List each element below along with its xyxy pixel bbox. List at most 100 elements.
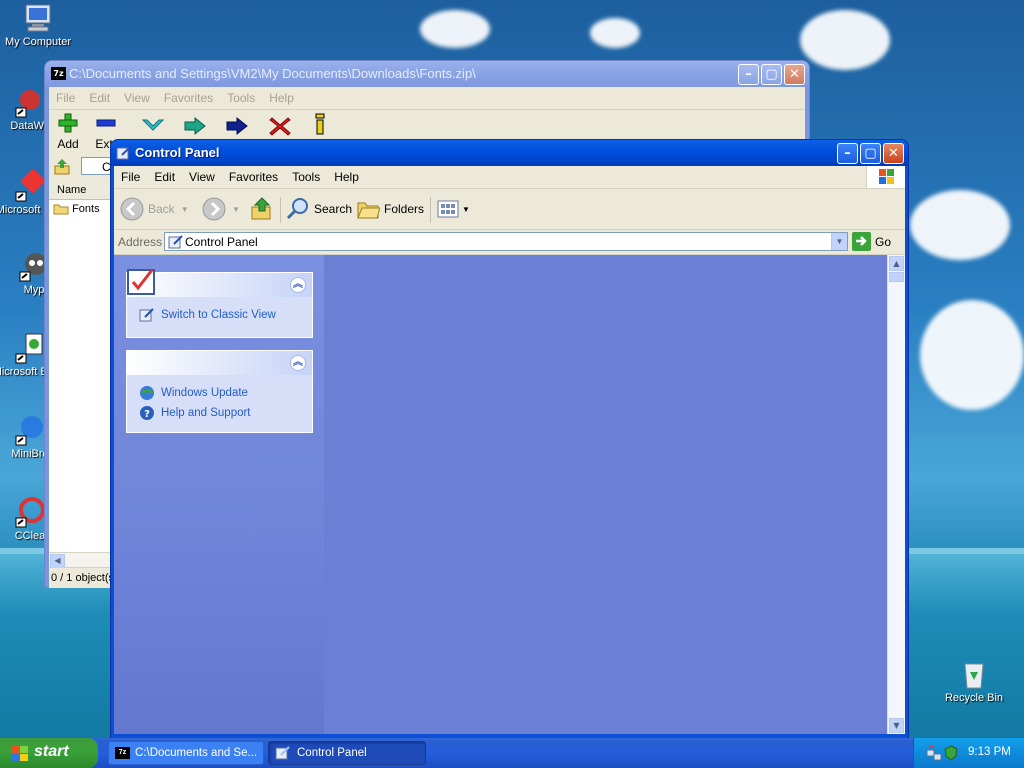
scroll-left-button[interactable]: ◀ xyxy=(50,554,65,568)
list-item[interactable]: Fonts xyxy=(49,200,119,218)
address-input[interactable]: Control Panel ▼ xyxy=(164,232,848,251)
add-button[interactable]: Add xyxy=(53,112,83,151)
menu-file[interactable]: File xyxy=(49,87,82,105)
back-label: Back xyxy=(148,202,175,216)
control-panel-large-icon xyxy=(127,269,155,295)
windows-update-link[interactable]: Windows Update xyxy=(139,385,248,401)
visual-studio-icon xyxy=(14,168,46,202)
control-panel-icon xyxy=(275,746,290,760)
menu-edit[interactable]: Edit xyxy=(147,166,182,184)
back-arrow-icon xyxy=(120,197,144,221)
start-button[interactable]: start xyxy=(0,738,98,768)
views-button[interactable]: ▼ xyxy=(436,195,470,223)
switch-classic-view-link[interactable]: Switch to Classic View xyxy=(139,307,276,323)
menu-help[interactable]: Help xyxy=(262,87,301,105)
network-icon[interactable] xyxy=(926,745,942,761)
menu-favorites[interactable]: Favorites xyxy=(222,166,285,184)
help-support-link[interactable]: ? Help and Support xyxy=(139,405,251,421)
windows-update-icon xyxy=(140,386,154,400)
folders-button[interactable]: Folders xyxy=(356,195,424,223)
toolbar-separator xyxy=(280,197,281,223)
7zip-icon: 7z xyxy=(51,67,66,80)
move-icon[interactable] xyxy=(225,116,249,136)
see-also-box: ︽ Windows Update ? Help and Support xyxy=(126,350,313,433)
menu-view[interactable]: View xyxy=(182,166,222,184)
start-label: start xyxy=(34,743,69,760)
security-shield-icon[interactable] xyxy=(944,745,958,761)
search-icon xyxy=(286,198,308,220)
up-folder-icon xyxy=(251,197,271,220)
desktop-icon-my-computer[interactable]: My Computer xyxy=(0,2,76,48)
scroll-up-button[interactable]: ▲ xyxy=(889,256,904,271)
minimize-button[interactable]: – xyxy=(837,143,858,164)
cp-content: ︽ Switch to Classic View ︽ Windows Updat… xyxy=(114,255,905,734)
menu-help[interactable]: Help xyxy=(327,166,366,184)
menu-tools[interactable]: Tools xyxy=(285,166,327,184)
info-icon[interactable] xyxy=(313,112,327,136)
folders-label: Folders xyxy=(384,202,425,216)
box-header[interactable]: ︽ xyxy=(127,351,312,375)
forward-button[interactable]: ▼ xyxy=(202,195,240,223)
close-button[interactable]: ✕ xyxy=(784,64,805,85)
box-header[interactable]: ︽ xyxy=(127,269,312,297)
scroll-thumb[interactable] xyxy=(889,272,904,282)
cp-menubar: File Edit View Favorites Tools Help xyxy=(114,166,905,189)
control-panel-client: File Edit View Favorites Tools Help Back ▼ ▼ … xyxy=(114,166,905,734)
taskbar-button-label: C:\Documents and Se... xyxy=(135,747,258,759)
taskbar-button-control-panel[interactable]: Control Panel xyxy=(268,741,426,765)
menu-file[interactable]: File xyxy=(114,166,147,184)
recycle-bin-icon xyxy=(958,658,990,690)
search-button[interactable]: Search xyxy=(286,195,352,223)
control-panel-title: Control Panel xyxy=(135,145,220,160)
toolbar-separator xyxy=(430,197,431,223)
go-button[interactable]: Go xyxy=(852,232,891,251)
forward-arrow-icon xyxy=(202,197,226,221)
control-panel-box: ︽ Switch to Classic View xyxy=(126,269,313,338)
collapse-icon[interactable]: ︽ xyxy=(290,277,306,293)
minibrowser-icon xyxy=(14,414,46,446)
column-header-name[interactable]: Name xyxy=(49,181,119,200)
back-button[interactable]: Back ▼ xyxy=(120,195,189,223)
minimize-button[interactable]: – xyxy=(738,64,759,85)
chevron-down-icon: ▼ xyxy=(232,204,240,214)
maximize-button[interactable]: ▢ xyxy=(860,143,881,164)
zip-pathbar: C xyxy=(49,155,121,179)
desktop-icon-recycle-bin[interactable]: Recycle Bin xyxy=(936,658,1012,704)
delete-icon[interactable] xyxy=(269,116,291,136)
clock[interactable]: 9:13 PM xyxy=(968,746,1011,758)
system-tray: 9:13 PM xyxy=(913,738,1024,768)
chevron-down-icon: ▼ xyxy=(462,204,470,214)
zip-file-list[interactable]: Name Fonts ◀ xyxy=(49,181,119,569)
control-panel-titlebar[interactable]: Control Panel – ▢ ✕ xyxy=(111,140,908,166)
zip-menubar: File Edit View Favorites Tools Help xyxy=(49,87,805,110)
up-folder-icon[interactable] xyxy=(53,158,71,176)
windows-flag-icon xyxy=(11,746,28,761)
help-icon: ? xyxy=(140,406,154,420)
copy-icon[interactable] xyxy=(183,116,207,136)
control-panel-window[interactable]: Control Panel – ▢ ✕ File Edit View Favorite… xyxy=(111,140,908,738)
zip-titlebar[interactable]: 7z C:\Documents and Settings\VM2\My Docu… xyxy=(45,61,809,87)
go-label: Go xyxy=(875,234,892,249)
taskbar-button-7zip[interactable]: 7z C:\Documents and Se... xyxy=(108,741,264,765)
menu-favorites[interactable]: Favorites xyxy=(157,87,220,105)
up-folder-button[interactable] xyxy=(250,195,274,223)
collapse-icon[interactable]: ︽ xyxy=(290,355,306,371)
link-label: Windows Update xyxy=(161,387,248,399)
menu-tools[interactable]: Tools xyxy=(220,87,262,105)
control-panel-icon xyxy=(139,308,154,322)
datawa-icon xyxy=(14,86,46,118)
folder-icon xyxy=(53,204,69,215)
windows-logo-icon xyxy=(866,166,905,188)
scroll-down-button[interactable]: ▼ xyxy=(889,718,904,733)
maximize-button[interactable]: ▢ xyxy=(761,64,782,85)
folders-icon xyxy=(357,202,380,219)
address-dropdown-button[interactable]: ▼ xyxy=(831,233,847,250)
test-icon[interactable] xyxy=(141,116,165,136)
desktop-icon-label: My Computer xyxy=(4,36,72,48)
menu-edit[interactable]: Edit xyxy=(82,87,117,105)
file-name: Fonts xyxy=(72,203,100,215)
close-button[interactable]: ✕ xyxy=(883,143,904,164)
menu-view[interactable]: View xyxy=(117,87,157,105)
vertical-scrollbar[interactable]: ▲ ▼ xyxy=(887,255,905,734)
chevron-down-icon: ▼ xyxy=(180,204,189,214)
